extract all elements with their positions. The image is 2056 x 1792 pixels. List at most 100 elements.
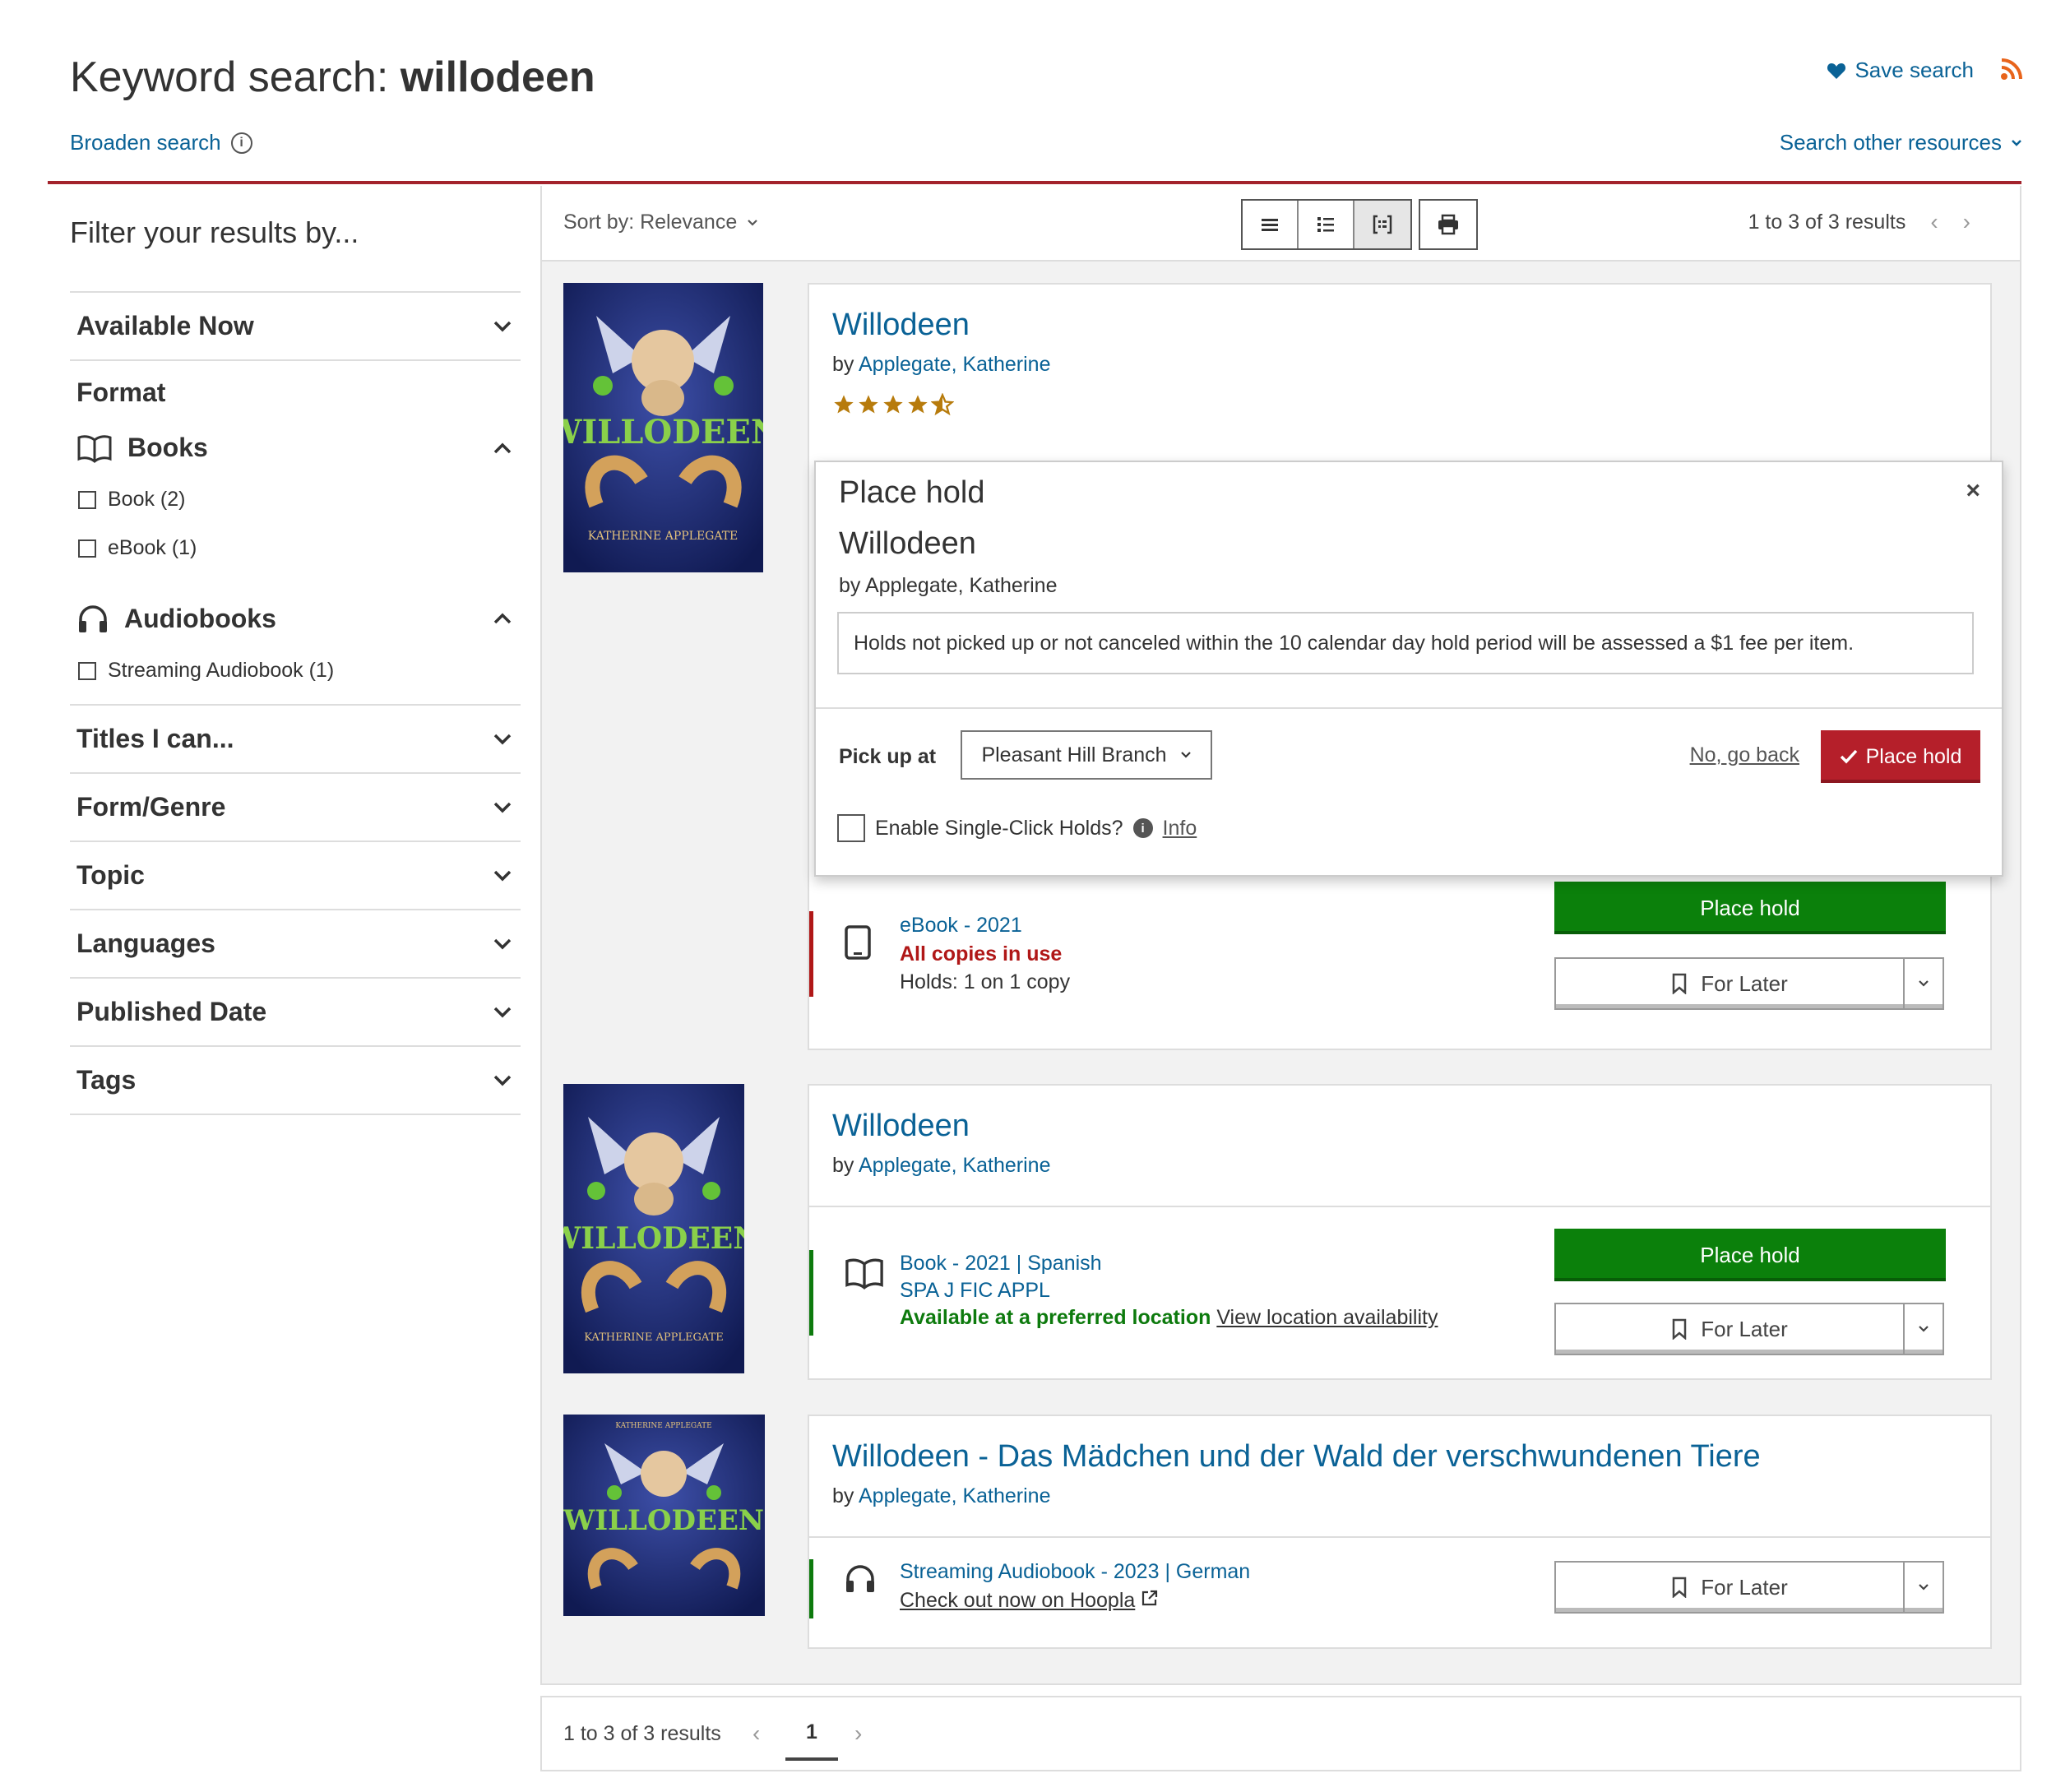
search-other-label: Search other resources bbox=[1779, 130, 2002, 155]
format-title: Format bbox=[76, 377, 166, 407]
for-later-label: For Later bbox=[1701, 1316, 1788, 1341]
result-title-link[interactable]: Willodeen bbox=[832, 308, 1051, 343]
view-location-availability-link[interactable]: View location availability bbox=[1216, 1306, 1438, 1329]
checkbox[interactable] bbox=[78, 661, 96, 680]
result-card-2: Willodeen by Applegate, Katherine Book -… bbox=[808, 1084, 1992, 1380]
format-group-audiobooks[interactable]: Audiobooks bbox=[76, 603, 514, 634]
go-back-link[interactable]: No, go back bbox=[1690, 743, 1799, 767]
chevron-left-icon[interactable]: ‹ bbox=[752, 1720, 760, 1747]
view-detailed-button[interactable] bbox=[1354, 201, 1410, 248]
for-later-button[interactable]: For Later bbox=[1554, 1303, 1944, 1355]
place-hold-button[interactable]: Place hold bbox=[1554, 882, 1946, 934]
broaden-search-label: Broaden search bbox=[70, 130, 221, 155]
for-later-main[interactable]: For Later bbox=[1556, 1563, 1905, 1612]
tablet-icon bbox=[845, 925, 871, 960]
language: German bbox=[1175, 1560, 1251, 1583]
printer-icon bbox=[1438, 214, 1458, 235]
facet-form-genre[interactable]: Form/Genre bbox=[70, 772, 521, 840]
star-rating bbox=[832, 393, 1051, 416]
chevron-right-icon[interactable]: › bbox=[1963, 209, 1970, 235]
broaden-search-link[interactable]: Broaden search i bbox=[70, 130, 252, 155]
chevron-right-icon[interactable]: › bbox=[854, 1720, 862, 1747]
info-link[interactable]: Info bbox=[1163, 817, 1197, 840]
chevron-down-icon bbox=[493, 1075, 512, 1086]
cover-image-2[interactable]: WILLODEEN KATHERINE APPLEGATE bbox=[563, 1084, 744, 1373]
chevron-down-icon bbox=[1919, 980, 1929, 987]
facet-available-now[interactable]: Available Now bbox=[70, 291, 521, 359]
top-pagination: 1 to 3 of 3 results ‹ › bbox=[1748, 209, 1970, 235]
facet-topic[interactable]: Topic bbox=[70, 840, 521, 909]
confirm-place-hold-button[interactable]: Place hold bbox=[1821, 730, 1980, 783]
facet-titles-i-can[interactable]: Titles I can... bbox=[70, 704, 521, 772]
holds-count: Holds: 1 on 1 copy bbox=[900, 970, 1071, 993]
search-term: willodeen bbox=[400, 53, 595, 101]
chevron-down-icon bbox=[748, 219, 757, 226]
save-search-link[interactable]: Save search bbox=[1827, 58, 1974, 83]
filter-streaming-audiobook-checkbox[interactable]: Streaming Audiobook (1) bbox=[76, 659, 514, 683]
bullet-list-icon bbox=[1317, 217, 1334, 232]
page-title-prefix: Keyword search: bbox=[70, 53, 401, 101]
facet-tags[interactable]: Tags bbox=[70, 1045, 521, 1114]
book-icon bbox=[845, 1258, 883, 1290]
search-other-resources-dropdown[interactable]: Search other resources bbox=[1780, 130, 2023, 155]
chevron-up-icon bbox=[493, 613, 512, 624]
author-link[interactable]: Applegate, Katherine bbox=[859, 353, 1051, 376]
filter-ebook-checkbox[interactable]: eBook (1) bbox=[76, 536, 514, 560]
cover-image-1[interactable]: WILLODEEN KATHERINE APPLEGATE bbox=[563, 283, 763, 572]
format-link[interactable]: eBook - 2021 bbox=[900, 911, 1070, 940]
checkbox[interactable] bbox=[837, 814, 865, 842]
facet-languages[interactable]: Languages bbox=[70, 909, 521, 977]
author-link[interactable]: Applegate, Katherine bbox=[859, 1154, 1051, 1177]
view-medium-button[interactable] bbox=[1299, 201, 1354, 248]
for-later-dropdown[interactable] bbox=[1905, 1304, 1943, 1354]
headphones-icon bbox=[79, 605, 107, 632]
chevron-down-icon bbox=[493, 802, 512, 813]
checkbox[interactable] bbox=[78, 490, 96, 509]
pickup-branch-select[interactable]: Pleasant Hill Branch bbox=[961, 730, 1212, 780]
page-number-current[interactable]: 1 bbox=[785, 1720, 838, 1761]
format-link[interactable]: Streaming Audiobook - 2023 bbox=[900, 1560, 1160, 1583]
facet-label: Languages bbox=[76, 928, 215, 958]
cover-author-text: KATHERINE APPLEGATE bbox=[615, 1422, 711, 1430]
format-group-books[interactable]: Books bbox=[76, 433, 514, 463]
results-count: 1 to 3 of 3 results bbox=[1748, 210, 1906, 234]
checkbox[interactable] bbox=[78, 539, 96, 558]
facet-label: Available Now bbox=[76, 311, 254, 340]
facet-published-date[interactable]: Published Date bbox=[70, 977, 521, 1045]
view-list-button[interactable] bbox=[1243, 201, 1299, 248]
chevron-left-icon[interactable]: ‹ bbox=[1930, 209, 1938, 235]
list-icon bbox=[1262, 219, 1278, 231]
cover-title-text: WILLODEEN bbox=[563, 1504, 764, 1537]
hoopla-checkout-link[interactable]: Check out now on Hoopla bbox=[900, 1589, 1135, 1612]
sort-dropdown[interactable]: Sort by: Relevance bbox=[563, 211, 758, 234]
result-title-link[interactable]: Willodeen bbox=[832, 1109, 1051, 1144]
chevron-down-icon bbox=[2012, 139, 2021, 146]
cover-image-3[interactable]: WILLODEEN KATHERINE APPLEGATE bbox=[563, 1415, 765, 1616]
place-hold-label: Place hold bbox=[1865, 744, 1962, 768]
for-later-button[interactable]: For Later bbox=[1554, 1561, 1944, 1614]
for-later-main[interactable]: For Later bbox=[1556, 959, 1905, 1008]
place-hold-button[interactable]: Place hold bbox=[1554, 1229, 1946, 1281]
facet-label: Titles I can... bbox=[76, 724, 234, 753]
close-icon[interactable]: × bbox=[1966, 477, 1980, 505]
checkmark-icon bbox=[1840, 749, 1857, 764]
format-link[interactable]: Book - 2021 bbox=[900, 1252, 1011, 1275]
format-group-label: Books bbox=[127, 433, 208, 462]
facet-label: Topic bbox=[76, 860, 145, 890]
for-later-button[interactable]: For Later bbox=[1554, 957, 1944, 1010]
filter-book-checkbox[interactable]: Book (2) bbox=[76, 488, 514, 512]
single-click-holds-toggle[interactable]: Enable Single-Click Holds? i Info bbox=[837, 814, 1197, 842]
for-later-label: For Later bbox=[1701, 1574, 1788, 1600]
for-later-main[interactable]: For Later bbox=[1556, 1304, 1905, 1354]
cover-author-text: KATHERINE APPLEGATE bbox=[588, 530, 739, 543]
result-title-link[interactable]: Willodeen - Das Mädchen und der Wald der… bbox=[832, 1439, 1761, 1475]
rss-icon[interactable] bbox=[2000, 58, 2023, 85]
book-cover-art: WILLODEEN KATHERINE APPLEGATE bbox=[563, 1084, 744, 1373]
info-icon[interactable]: i bbox=[230, 132, 252, 154]
for-later-dropdown[interactable] bbox=[1905, 1563, 1943, 1612]
author-link[interactable]: Applegate, Katherine bbox=[859, 1484, 1051, 1507]
for-later-dropdown[interactable] bbox=[1905, 959, 1943, 1008]
separator: | bbox=[1010, 1252, 1028, 1275]
print-button[interactable] bbox=[1419, 199, 1478, 250]
availability-details: Book - 2021 | Spanish SPA J FIC APPL Ava… bbox=[900, 1250, 1438, 1331]
